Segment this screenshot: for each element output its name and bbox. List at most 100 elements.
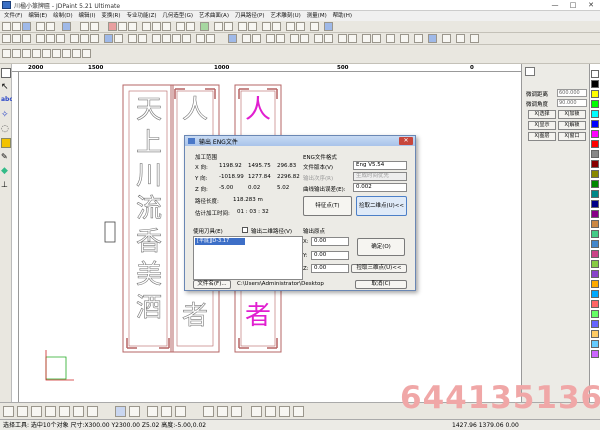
menu-art-surface[interactable]: 艺术曲面(A) [199, 11, 229, 21]
feature-point-button[interactable]: 特征点(T) [303, 196, 352, 216]
sim-icon[interactable] [348, 34, 357, 43]
swatch[interactable] [591, 250, 599, 258]
list-item[interactable]: [平底]JD-3.17 [195, 238, 245, 245]
offset-icon[interactable] [286, 22, 295, 31]
trim-icon[interactable] [296, 22, 305, 31]
menu-pro[interactable]: 专业功能(Z) [126, 11, 156, 21]
menu-edit[interactable]: 编辑(E) [28, 11, 47, 21]
new-icon[interactable] [2, 22, 11, 31]
rect-icon[interactable] [32, 49, 41, 58]
snap-quad-icon[interactable] [147, 406, 158, 417]
paste-icon[interactable] [128, 22, 137, 31]
assist-point-button[interactable]: 捡取二维点(U)<< [356, 196, 407, 216]
show-button[interactable]: X|显示 [528, 121, 556, 130]
menu-toolpath[interactable]: 刀具路径(P) [235, 11, 265, 21]
snap-angle-icon[interactable] [279, 406, 290, 417]
swatch[interactable] [591, 90, 599, 98]
close-button[interactable]: ✕ [582, 0, 600, 10]
lock-button[interactable]: X|加锁 [558, 110, 586, 119]
check-icon[interactable] [400, 34, 409, 43]
align-top-icon[interactable] [172, 34, 181, 43]
light-icon[interactable] [442, 34, 451, 43]
copy-icon[interactable] [118, 22, 127, 31]
chamfer-icon[interactable] [276, 34, 285, 43]
swatch[interactable] [591, 340, 599, 348]
output-icon[interactable] [362, 34, 371, 43]
origin-y-input[interactable]: 0.00 [311, 251, 349, 260]
snap-center-icon[interactable] [45, 406, 56, 417]
view-front-icon[interactable] [80, 34, 89, 43]
maximize-button[interactable]: □ [564, 0, 582, 10]
version-select[interactable]: Eng V5.54 [353, 161, 407, 170]
swatch[interactable] [591, 220, 599, 228]
swatch[interactable] [591, 150, 599, 158]
measure-icon[interactable] [310, 22, 319, 31]
open-icon[interactable] [12, 22, 21, 31]
ungroup-icon[interactable] [272, 22, 281, 31]
snap-ins-icon[interactable] [217, 406, 228, 417]
swatch[interactable] [591, 330, 599, 338]
swatch[interactable] [591, 130, 599, 138]
view-top-icon[interactable] [70, 34, 79, 43]
snap-tangent-icon[interactable] [87, 406, 98, 417]
swatch[interactable] [591, 260, 599, 268]
origin-z-input[interactable]: 0.00 [311, 264, 349, 273]
tool-list[interactable]: [平底]JD-3.17 [193, 236, 303, 280]
camera-icon[interactable] [456, 34, 465, 43]
zoom-in-icon[interactable] [36, 34, 45, 43]
snap-off-icon[interactable] [231, 406, 242, 417]
center-v-icon[interactable] [206, 34, 215, 43]
zoom-out-icon[interactable] [46, 34, 55, 43]
snap-node-icon[interactable] [161, 406, 172, 417]
curve-icon[interactable] [314, 34, 323, 43]
snap-intersect-icon[interactable] [59, 406, 70, 417]
zoom-lens-icon[interactable]: ◌ [1, 124, 11, 134]
swatch[interactable] [591, 270, 599, 278]
report-icon[interactable] [414, 34, 423, 43]
minimize-button[interactable]: — [546, 0, 564, 10]
spacing-input[interactable]: 600.000 [557, 89, 587, 97]
swatch[interactable] [591, 170, 599, 178]
snap-end-icon[interactable] [17, 406, 28, 417]
path-icon[interactable] [338, 34, 347, 43]
star-icon[interactable] [72, 49, 81, 58]
extend-icon[interactable] [290, 34, 299, 43]
select-button[interactable]: X|选择 [528, 110, 556, 119]
layer-icon[interactable] [200, 22, 209, 31]
layer-button[interactable]: X|图层 [528, 132, 556, 141]
align-bottom-icon[interactable] [182, 34, 191, 43]
pick-3d-point-button[interactable]: 捡取三维点(U)<< [351, 264, 407, 273]
menu-edit2[interactable]: 编辑(I) [79, 11, 96, 21]
menu-help[interactable]: 帮助(H) [333, 11, 352, 21]
render-icon[interactable] [428, 34, 437, 43]
view-iso-icon[interactable] [90, 34, 99, 43]
group-icon[interactable] [262, 22, 271, 31]
info-icon[interactable] [324, 22, 333, 31]
ortho-icon[interactable] [138, 34, 147, 43]
fillet-icon[interactable] [266, 34, 275, 43]
cut-icon[interactable] [108, 22, 117, 31]
snap-icon[interactable] [128, 34, 137, 43]
snap-ext-icon[interactable] [175, 406, 186, 417]
node-icon[interactable] [12, 34, 21, 43]
menu-geometry[interactable]: 几何造型(G) [162, 11, 193, 21]
sort-select[interactable]: 生成时间优先 [353, 172, 407, 181]
swatch[interactable] [591, 280, 599, 288]
measure-tool-icon[interactable]: ⊥ [1, 180, 11, 190]
tool-lib-icon[interactable] [372, 34, 381, 43]
menu-art-carve[interactable]: 艺术雕刻(U) [270, 11, 300, 21]
origin-x-input[interactable]: 0.00 [311, 237, 349, 246]
menu-draw[interactable]: 绘制(D) [53, 11, 73, 21]
array-icon[interactable] [176, 22, 185, 31]
swatch[interactable] [591, 70, 599, 78]
crosshair-icon[interactable] [36, 22, 45, 31]
snap-mid-icon[interactable] [31, 406, 42, 417]
swatch[interactable] [591, 200, 599, 208]
panel-tab-icon[interactable] [525, 67, 535, 76]
redo-icon[interactable] [90, 22, 99, 31]
save-icon[interactable] [22, 22, 31, 31]
snap-point-icon[interactable] [115, 406, 126, 417]
align-right-icon[interactable] [162, 34, 171, 43]
swatch[interactable] [591, 300, 599, 308]
snap-polar-icon[interactable] [265, 406, 276, 417]
